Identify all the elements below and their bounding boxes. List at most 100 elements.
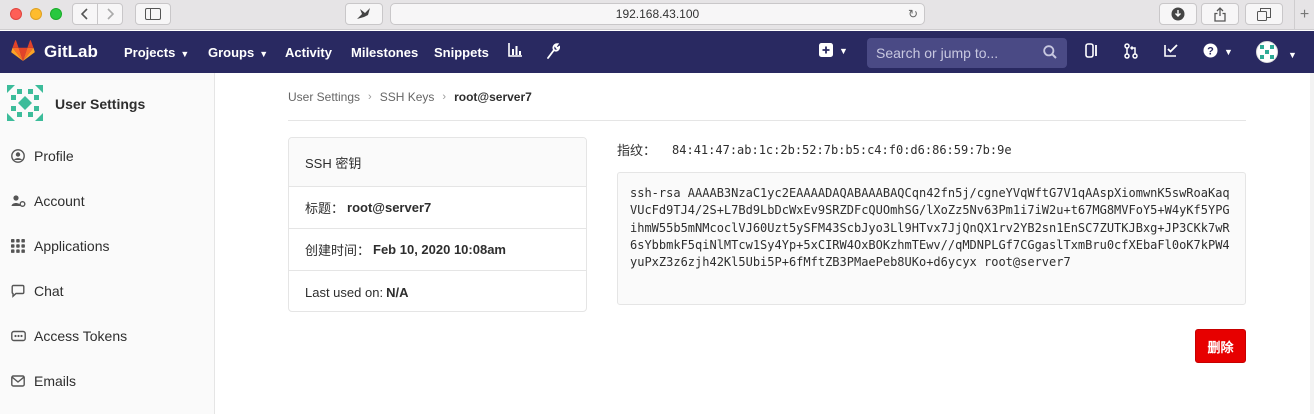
reload-icon[interactable]: ↻ <box>908 7 918 21</box>
minimize-window-button[interactable] <box>30 8 42 20</box>
account-gear-icon <box>10 193 26 209</box>
search-icon <box>1043 45 1057 59</box>
key-created-value: Feb 10, 2020 10:08am <box>373 242 506 257</box>
back-button[interactable] <box>72 3 98 25</box>
breadcrumb-user-settings[interactable]: User Settings <box>288 90 360 104</box>
ssh-public-key-text[interactable]: ssh-rsa AAAAB3NzaC1yc2EAAAADAQABAAABAQCq… <box>617 172 1246 305</box>
search-placeholder: Search or jump to... <box>876 45 999 61</box>
browser-toolbar: 192.168.43.100 ↻ + <box>0 0 1314 30</box>
new-item-dropdown[interactable]: ▼ <box>819 43 848 57</box>
sidebar-panel-icon[interactable] <box>1085 43 1099 58</box>
sidebar-item-label: Account <box>34 193 85 209</box>
maximize-window-button[interactable] <box>50 8 62 20</box>
sidebar-item-label: Access Tokens <box>34 328 128 344</box>
page-scrollbar[interactable] <box>1310 73 1314 414</box>
new-tab-button[interactable]: + <box>1294 0 1314 30</box>
chevron-right-icon: › <box>368 91 372 103</box>
fingerprint-value: 84:41:47:ab:1c:2b:52:7b:b5:c4:f0:d6:86:5… <box>672 142 1012 157</box>
ssh-key-info-card: SSH 密钥 标题： root@server7 创建时间： Feb 10, 20… <box>288 137 587 312</box>
sidebar-item-label: Applications <box>34 238 110 254</box>
delete-key-button[interactable]: 删除 <box>1195 329 1246 363</box>
breadcrumb: User Settings › SSH Keys › root@server7 <box>288 90 532 104</box>
share-button[interactable] <box>1201 3 1239 25</box>
sidebar-item-applications[interactable]: Applications <box>0 227 214 265</box>
key-title-value: root@server7 <box>347 200 432 215</box>
wrench-icon[interactable] <box>546 43 560 59</box>
chevron-down-icon: ▼ <box>180 48 190 59</box>
nav-groups[interactable]: Groups ▼ <box>208 45 268 60</box>
download-icon <box>1171 7 1185 21</box>
sidebar-toggle-button[interactable] <box>135 3 171 25</box>
nav-milestones[interactable]: Milestones <box>351 45 418 60</box>
sidebar-icon <box>145 8 161 20</box>
nav-groups-label: Groups <box>208 45 255 60</box>
key-last-used-label: Last used on: <box>305 284 384 300</box>
fingerprint-label: 指纹： <box>617 143 657 158</box>
nav-projects[interactable]: Projects ▼ <box>124 45 189 60</box>
key-created-row: 创建时间： Feb 10, 2020 10:08am <box>289 229 586 271</box>
nav-activity-label: Activity <box>285 45 332 60</box>
breadcrumb-current-key[interactable]: root@server7 <box>454 90 532 104</box>
svg-text:?: ? <box>1207 45 1214 57</box>
address-bar[interactable]: 192.168.43.100 ↻ <box>390 3 925 25</box>
sidebar-item-access-tokens[interactable]: Access Tokens <box>0 317 214 355</box>
sidebar-item-label: Chat <box>34 283 64 299</box>
help-dropdown[interactable]: ? ▼ <box>1203 43 1233 58</box>
sidebar-item-emails[interactable]: Emails <box>0 362 214 400</box>
profile-icon <box>10 148 26 164</box>
bird-icon <box>357 8 370 19</box>
chat-icon <box>10 283 26 299</box>
key-last-used-value: N/A <box>386 284 409 300</box>
gitlab-top-navbar: GitLab Projects ▼ Groups ▼ Activity Mile… <box>0 31 1314 73</box>
sidebar-item-label: Profile <box>34 148 74 164</box>
nav-snippets-label: Snippets <box>434 45 489 60</box>
settings-sidebar: User Settings Profile Account Applicatio… <box>0 73 215 414</box>
chart-icon[interactable] <box>508 43 523 57</box>
applications-grid-icon <box>10 238 26 254</box>
tabs-icon <box>1257 7 1271 21</box>
token-icon <box>10 328 26 344</box>
search-input[interactable]: Search or jump to... <box>867 38 1067 68</box>
chevron-down-icon[interactable]: ▼ <box>1288 50 1297 60</box>
nav-snippets[interactable]: Snippets <box>434 45 489 60</box>
email-icon <box>10 373 26 389</box>
sidebar-header[interactable]: User Settings <box>0 73 214 133</box>
sidebar-title: User Settings <box>55 96 146 112</box>
gitlab-logo-icon[interactable] <box>11 40 35 62</box>
card-header: SSH 密钥 <box>289 138 586 187</box>
chevron-down-icon: ▼ <box>259 48 269 59</box>
chevron-down-icon: ▼ <box>1224 46 1233 57</box>
nav-projects-label: Projects <box>124 45 176 60</box>
key-created-label: 创建时间： <box>305 243 371 258</box>
sidebar-item-chat[interactable]: Chat <box>0 272 214 310</box>
plus-square-icon <box>819 43 833 57</box>
help-icon: ? <box>1203 43 1218 58</box>
chevron-right-icon <box>107 8 114 20</box>
fingerprint-line: 指纹： 84:41:47:ab:1c:2b:52:7b:b5:c4:f0:d6:… <box>617 140 1012 159</box>
user-avatar[interactable] <box>1256 41 1278 63</box>
site-favicon-button[interactable] <box>345 3 383 25</box>
downloads-button[interactable] <box>1159 3 1197 25</box>
nav-activity[interactable]: Activity <box>285 45 332 60</box>
share-icon <box>1214 6 1226 22</box>
gitlab-brand-text[interactable]: GitLab <box>44 42 98 62</box>
user-settings-avatar <box>7 85 43 121</box>
todo-check-icon[interactable] <box>1164 43 1178 57</box>
key-title-row: 标题： root@server7 <box>289 187 586 229</box>
chevron-down-icon: ▼ <box>839 46 848 56</box>
chevron-right-icon: › <box>442 91 447 103</box>
key-last-used-row: Last used on: N/A <box>289 271 586 313</box>
breadcrumb-divider <box>288 120 1246 121</box>
url-text: 192.168.43.100 <box>615 7 700 21</box>
sidebar-item-account[interactable]: Account <box>0 182 214 220</box>
nav-milestones-label: Milestones <box>351 45 419 60</box>
key-title-label: 标题： <box>305 201 345 216</box>
chevron-left-icon <box>81 8 88 20</box>
merge-request-icon[interactable] <box>1124 43 1138 59</box>
close-window-button[interactable] <box>10 8 22 20</box>
forward-button[interactable] <box>97 3 123 25</box>
sidebar-item-label: Emails <box>34 373 77 389</box>
sidebar-item-profile[interactable]: Profile <box>0 137 214 175</box>
breadcrumb-ssh-keys[interactable]: SSH Keys <box>380 90 435 104</box>
tab-overview-button[interactable] <box>1245 3 1283 25</box>
